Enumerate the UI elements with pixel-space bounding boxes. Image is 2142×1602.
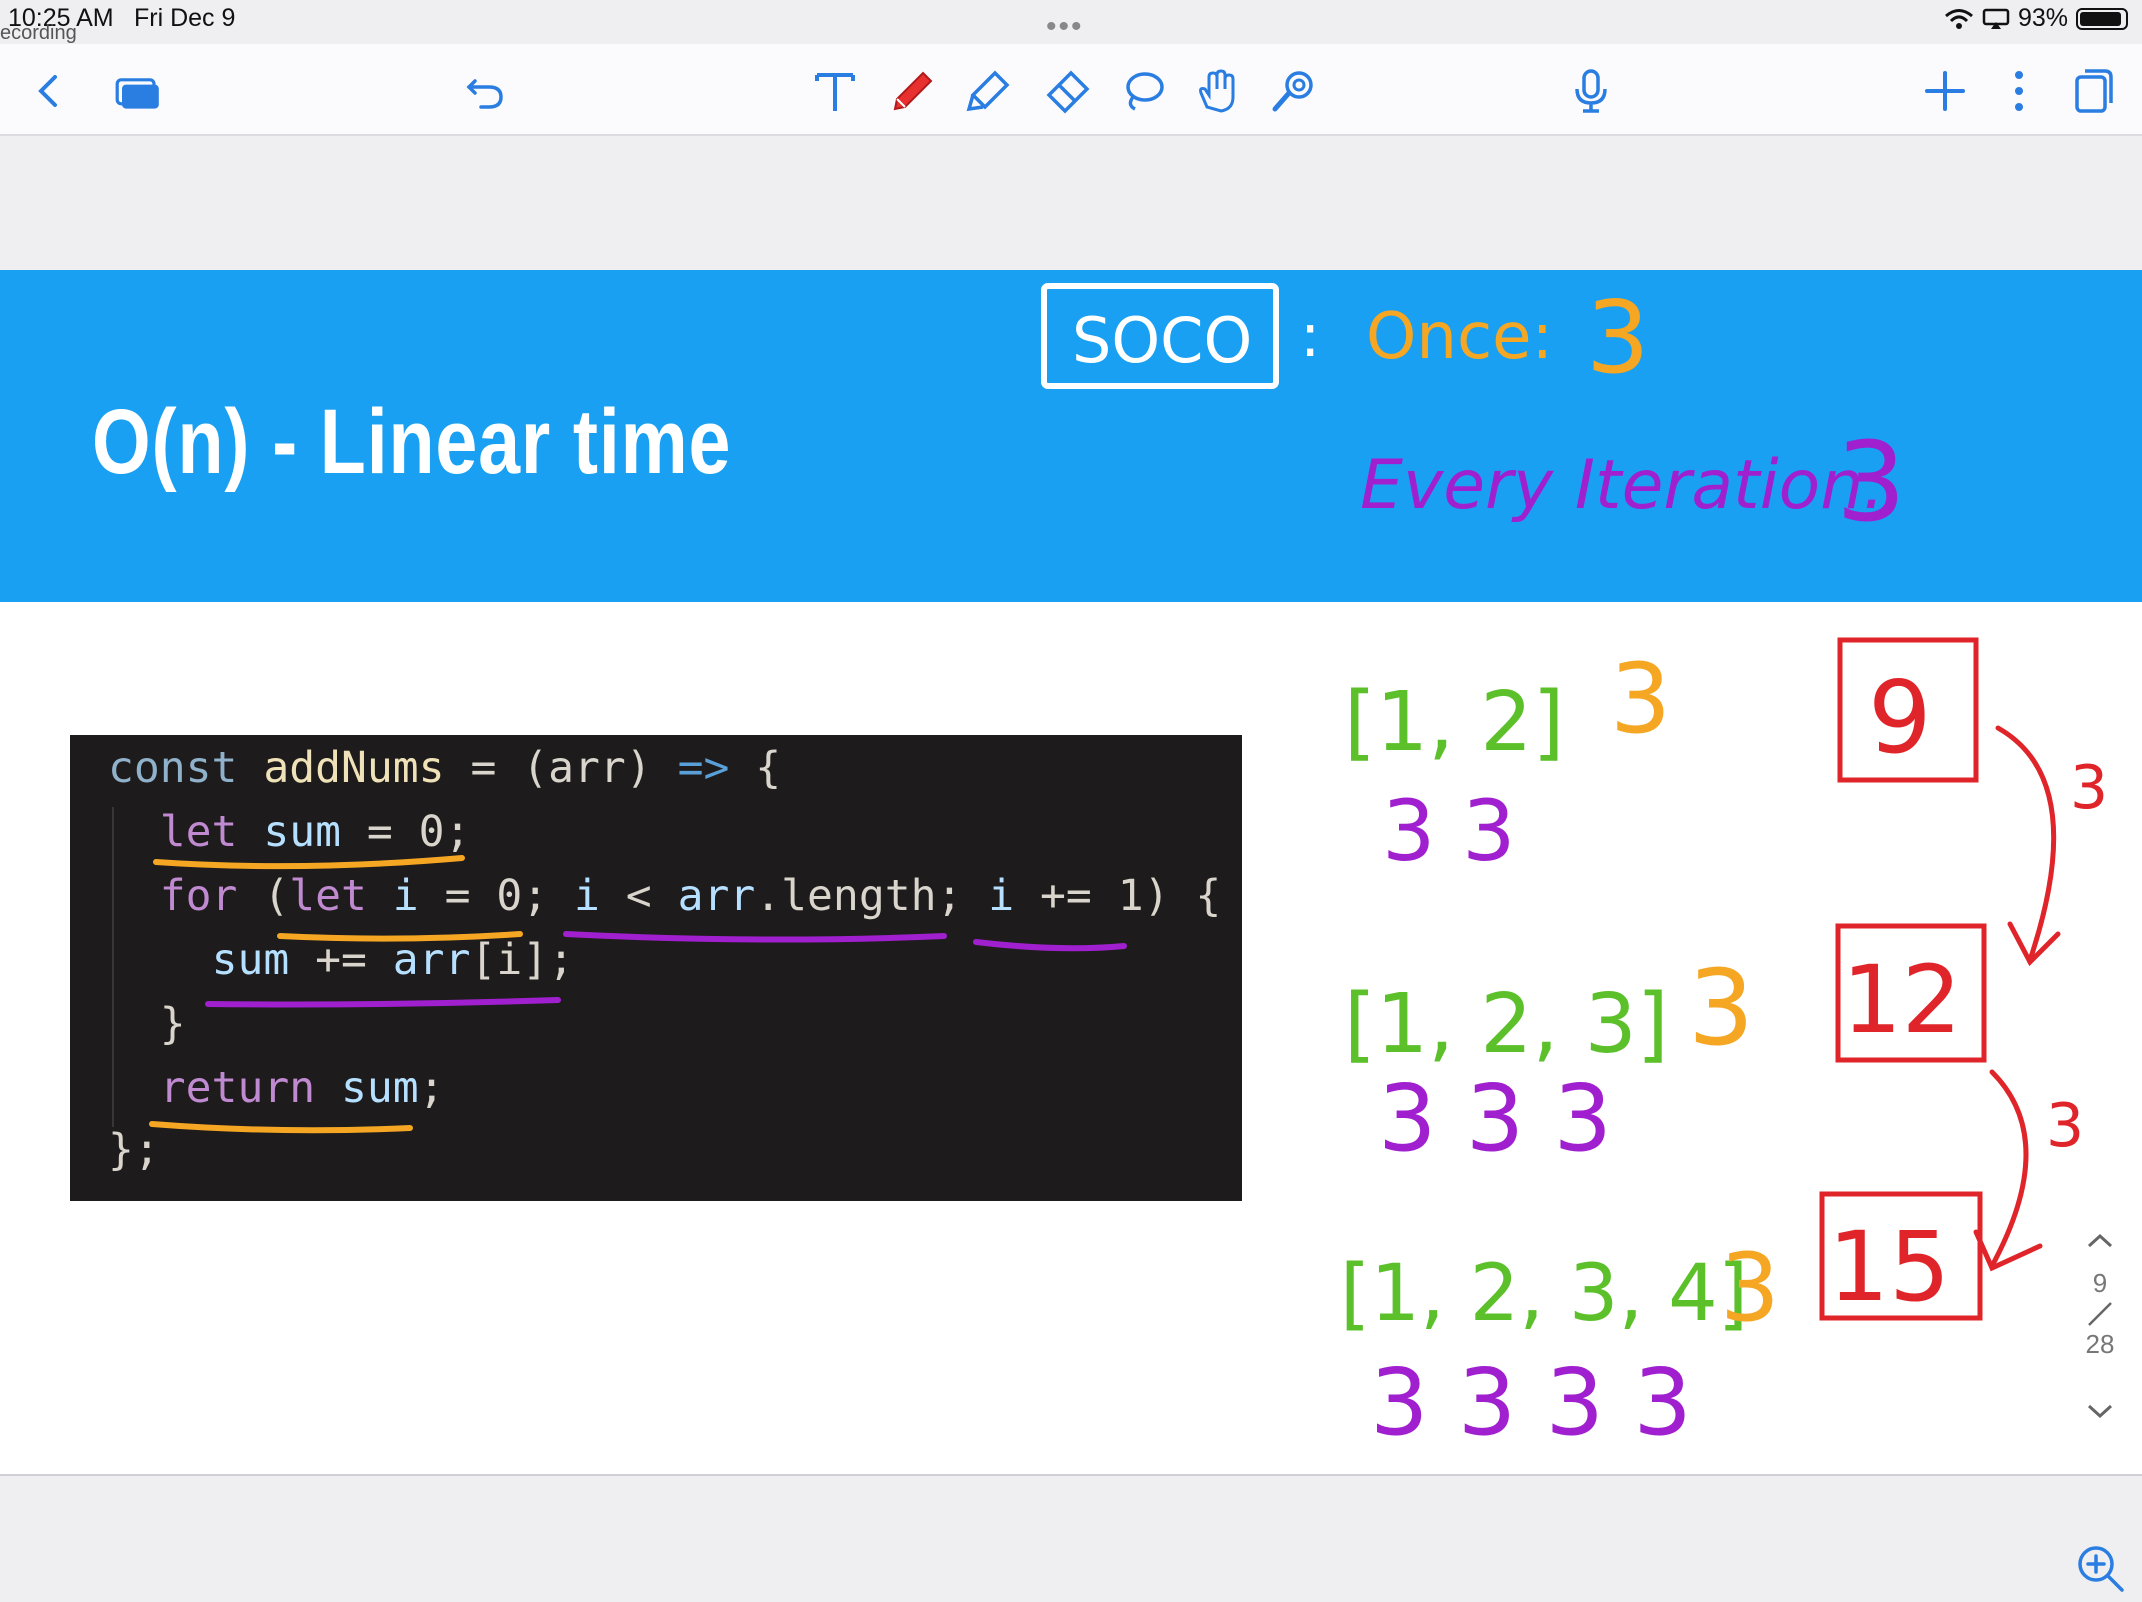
slide-title: O(n) - Linear time bbox=[92, 391, 732, 493]
slide-page[interactable]: O(n) - Linear time const addNums = (arr)… bbox=[0, 270, 2142, 1474]
code-line-7: }; bbox=[108, 1125, 160, 1175]
battery-icon bbox=[2076, 7, 2128, 30]
slide-banner: O(n) - Linear time bbox=[0, 270, 2142, 602]
battery-fill bbox=[2080, 11, 2121, 26]
status-date: Fri Dec 9 bbox=[134, 4, 236, 32]
code-line-6: return sum; bbox=[159, 1063, 445, 1113]
page-up-icon[interactable] bbox=[2085, 1230, 2115, 1252]
toolbar bbox=[0, 44, 2142, 136]
page-indicator: 9 28 bbox=[2080, 1230, 2120, 1422]
back-icon[interactable] bbox=[22, 64, 76, 118]
battery-percent: 93% bbox=[2017, 4, 2068, 32]
microphone-icon[interactable] bbox=[1564, 64, 1618, 118]
pen-icon[interactable] bbox=[886, 64, 940, 118]
zoom-button[interactable] bbox=[2072, 1540, 2128, 1596]
add-icon[interactable] bbox=[1918, 64, 1972, 118]
code-line-2: let sum = 0; bbox=[159, 807, 471, 857]
code-line-3: for (let i = 0; i < arr.length; i += 1) … bbox=[159, 871, 1222, 921]
text-tool-icon[interactable] bbox=[808, 64, 862, 118]
hand-icon[interactable] bbox=[1190, 64, 1244, 118]
page-current: 9 bbox=[2092, 1268, 2108, 1298]
recording-label: ecording bbox=[0, 22, 77, 44]
lasso-icon[interactable] bbox=[1116, 64, 1170, 118]
status-bar: 10:25 AM Fri Dec 9 ecording ••• 93% bbox=[0, 0, 2142, 44]
code-line-5: } bbox=[108, 999, 186, 1049]
multitasking-dots-icon[interactable]: ••• bbox=[1046, 10, 1084, 44]
eraser-icon[interactable] bbox=[1040, 64, 1094, 118]
undo-icon[interactable] bbox=[458, 64, 512, 118]
thumbnails-icon[interactable] bbox=[108, 64, 168, 118]
highlighter-icon[interactable] bbox=[962, 64, 1016, 118]
code-line-4: sum += arr[i]; bbox=[211, 935, 575, 985]
airplay-icon bbox=[1982, 8, 2010, 29]
page-down-icon[interactable] bbox=[2085, 1400, 2115, 1422]
laser-pointer-icon[interactable] bbox=[1266, 64, 1320, 118]
status-right: 93% bbox=[1944, 4, 2128, 33]
wifi-icon bbox=[1944, 8, 1973, 29]
page-total: 28 bbox=[2085, 1329, 2115, 1359]
page-slash-icon bbox=[2088, 1302, 2112, 1326]
code-block: const addNums = (arr) => { let sum = 0; … bbox=[70, 735, 1242, 1201]
page-bottom-divider bbox=[0, 1474, 2142, 1476]
zoom-in-icon bbox=[2078, 1546, 2124, 1592]
more-icon[interactable] bbox=[1992, 64, 2046, 118]
code-line-1: const addNums = (arr) => { bbox=[108, 743, 782, 793]
pages-icon[interactable] bbox=[2066, 64, 2120, 118]
